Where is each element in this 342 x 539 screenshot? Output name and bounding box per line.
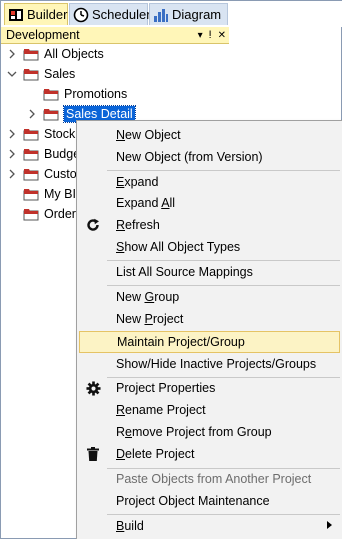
menu-item-project-properties[interactable]: Project Properties xyxy=(79,377,340,399)
tab-diagram[interactable]: Diagram xyxy=(149,3,228,25)
tree-item-budget[interactable]: Budge xyxy=(7,144,80,164)
tree-item-stock[interactable]: Stock xyxy=(7,124,75,144)
clock-icon xyxy=(73,7,89,23)
menu-item-maintain-project-group[interactable]: Maintain Project/Group xyxy=(79,331,340,353)
menu-item-refresh[interactable]: Refresh xyxy=(79,214,340,236)
menu-item-paste-objects: Paste Objects from Another Project xyxy=(79,468,340,490)
menu-item-new-object-from-version[interactable]: New Object (from Version) xyxy=(79,146,340,168)
menu-item-expand[interactable]: Expand xyxy=(79,171,340,193)
window-frame: Builder Scheduler Diagram Development ▾ … xyxy=(0,0,342,539)
menu-item-label: Rename Project xyxy=(116,403,206,417)
tree-item-label: All Objects xyxy=(44,47,104,61)
panel-title: Development xyxy=(6,28,80,42)
menu-item-label: List All Source Mappings xyxy=(116,265,253,279)
menu-item-new-object[interactable]: New Object xyxy=(79,124,340,146)
tree-item-my-bi[interactable]: My BI xyxy=(23,184,76,204)
tree-item-customer[interactable]: Custo xyxy=(7,164,77,184)
menu-item-label: Expand All xyxy=(116,196,176,210)
folder-icon xyxy=(23,188,39,201)
tree-item-orders[interactable]: Orders xyxy=(23,204,82,224)
folder-icon xyxy=(23,208,39,221)
gear-icon xyxy=(79,377,107,399)
submenu-arrow-icon xyxy=(327,521,332,529)
tree-item-sales[interactable]: Sales xyxy=(7,64,75,84)
chevron-right-icon[interactable] xyxy=(7,169,17,179)
tree-item-label: Promotions xyxy=(64,87,128,101)
menu-item-label: New Object (from Version) xyxy=(116,150,263,164)
panel-header: Development ▾ ⵑ ✕ xyxy=(1,27,229,44)
menu-item-show-all-object-types[interactable]: Show All Object Types xyxy=(79,236,340,258)
tree-item-label: Stock xyxy=(44,127,76,141)
menu-item-new-project[interactable]: New Project xyxy=(79,308,340,330)
tree-item-all-objects[interactable]: All Objects xyxy=(7,44,104,64)
menu-item-new-group[interactable]: New Group xyxy=(79,286,340,308)
menu-item-expand-all[interactable]: Expand All xyxy=(79,192,340,214)
tab-label: Diagram xyxy=(172,7,222,22)
tree-item-label: Budge xyxy=(44,147,81,161)
menu-item-label: Remove Project from Group xyxy=(116,425,272,439)
menu-item-label: Build xyxy=(116,519,144,533)
folder-icon xyxy=(43,88,59,101)
pin-icon[interactable]: ⵑ xyxy=(209,27,212,44)
menu-item-remove-project-from-group[interactable]: Remove Project from Group xyxy=(79,421,340,443)
menu-item-label: New Project xyxy=(116,312,184,326)
tree-item-label: My BI xyxy=(44,187,76,201)
refresh-icon xyxy=(79,214,107,236)
menu-item-label: Refresh xyxy=(116,218,160,232)
menu-item-rename-project[interactable]: Rename Project xyxy=(79,399,340,421)
folder-icon xyxy=(43,108,59,121)
folder-open-icon xyxy=(23,68,39,81)
chevron-right-icon[interactable] xyxy=(7,49,17,59)
tree-item-promotions[interactable]: Promotions xyxy=(43,84,127,104)
folder-icon xyxy=(23,128,39,141)
trash-icon xyxy=(79,443,107,465)
context-menu: New Object New Object (from Version) Exp… xyxy=(76,120,342,539)
menu-item-show-hide-inactive[interactable]: Show/Hide Inactive Projects/Groups xyxy=(79,353,340,375)
tab-strip: Builder Scheduler Diagram xyxy=(1,1,342,27)
tab-builder[interactable]: Builder xyxy=(4,3,68,25)
close-icon[interactable]: ✕ xyxy=(218,27,226,44)
menu-item-label: New Group xyxy=(116,290,180,304)
builder-icon xyxy=(8,7,24,23)
tree-item-label: Sales xyxy=(44,67,76,81)
tab-label: Builder xyxy=(27,7,68,22)
menu-item-label: Show/Hide Inactive Projects/Groups xyxy=(116,357,317,371)
menu-item-label: Project Properties xyxy=(116,381,216,395)
diagram-icon xyxy=(153,7,169,23)
menu-item-label: New Object xyxy=(116,128,181,142)
tab-scheduler[interactable]: Scheduler xyxy=(69,3,151,25)
tree-item-label: Custo xyxy=(44,167,77,181)
menu-item-build[interactable]: Build xyxy=(79,515,340,537)
folder-icon xyxy=(23,48,39,61)
folder-icon xyxy=(23,168,39,181)
tab-label: Scheduler xyxy=(92,7,151,22)
menu-item-label: Show All Object Types xyxy=(116,240,241,254)
menu-item-project-object-maintenance[interactable]: Project Object Maintenance xyxy=(79,490,340,512)
dropdown-icon[interactable]: ▾ xyxy=(198,27,203,44)
chevron-right-icon[interactable] xyxy=(7,149,17,159)
menu-item-list-source-mappings[interactable]: List All Source Mappings xyxy=(79,261,340,283)
menu-item-label: Expand xyxy=(116,175,159,189)
menu-item-label: Paste Objects from Another Project xyxy=(116,472,312,486)
panel-controls: ▾ ⵑ ✕ xyxy=(198,27,226,44)
chevron-right-icon[interactable] xyxy=(7,129,17,139)
chevron-right-icon[interactable] xyxy=(27,109,37,119)
folder-icon xyxy=(23,148,39,161)
menu-item-label: Maintain Project/Group xyxy=(117,335,245,349)
menu-item-label: Project Object Maintenance xyxy=(116,494,270,508)
chevron-down-icon[interactable] xyxy=(7,69,17,79)
menu-item-label: Delete Project xyxy=(116,447,195,461)
menu-item-delete-project[interactable]: Delete Project xyxy=(79,443,340,465)
